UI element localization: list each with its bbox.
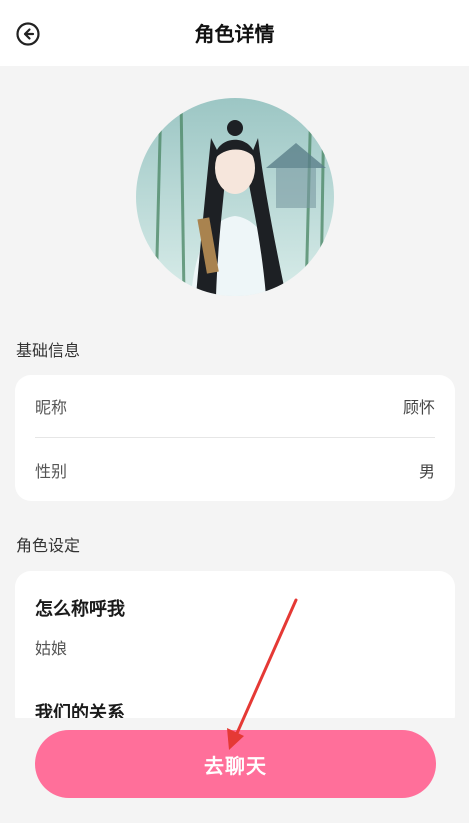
role-settings-section-title: 角色设定 xyxy=(16,536,81,555)
nickname-value: 顾怀 xyxy=(402,398,435,417)
divider xyxy=(35,437,435,438)
top-bar: 角色详情 xyxy=(0,0,469,66)
go-chat-button[interactable]: 去聊天 xyxy=(35,730,436,798)
character-avatar xyxy=(136,98,334,296)
nickname-label: 昵称 xyxy=(35,398,68,417)
nickname-row: 昵称 顾怀 xyxy=(35,375,435,437)
role-question: 怎么称呼我 xyxy=(35,599,125,620)
gender-value: 男 xyxy=(418,462,435,481)
basic-info-card: 昵称 顾怀 性别 男 xyxy=(15,375,455,501)
basic-info-section-title: 基础信息 xyxy=(16,341,81,360)
role-settings-card: 怎么称呼我 姑娘 我们的关系 xyxy=(15,571,455,731)
page-title: 角色详情 xyxy=(194,22,275,46)
role-answer: 姑娘 xyxy=(35,639,68,658)
gender-label: 性别 xyxy=(35,462,68,481)
gender-row: 性别 男 xyxy=(35,439,435,501)
